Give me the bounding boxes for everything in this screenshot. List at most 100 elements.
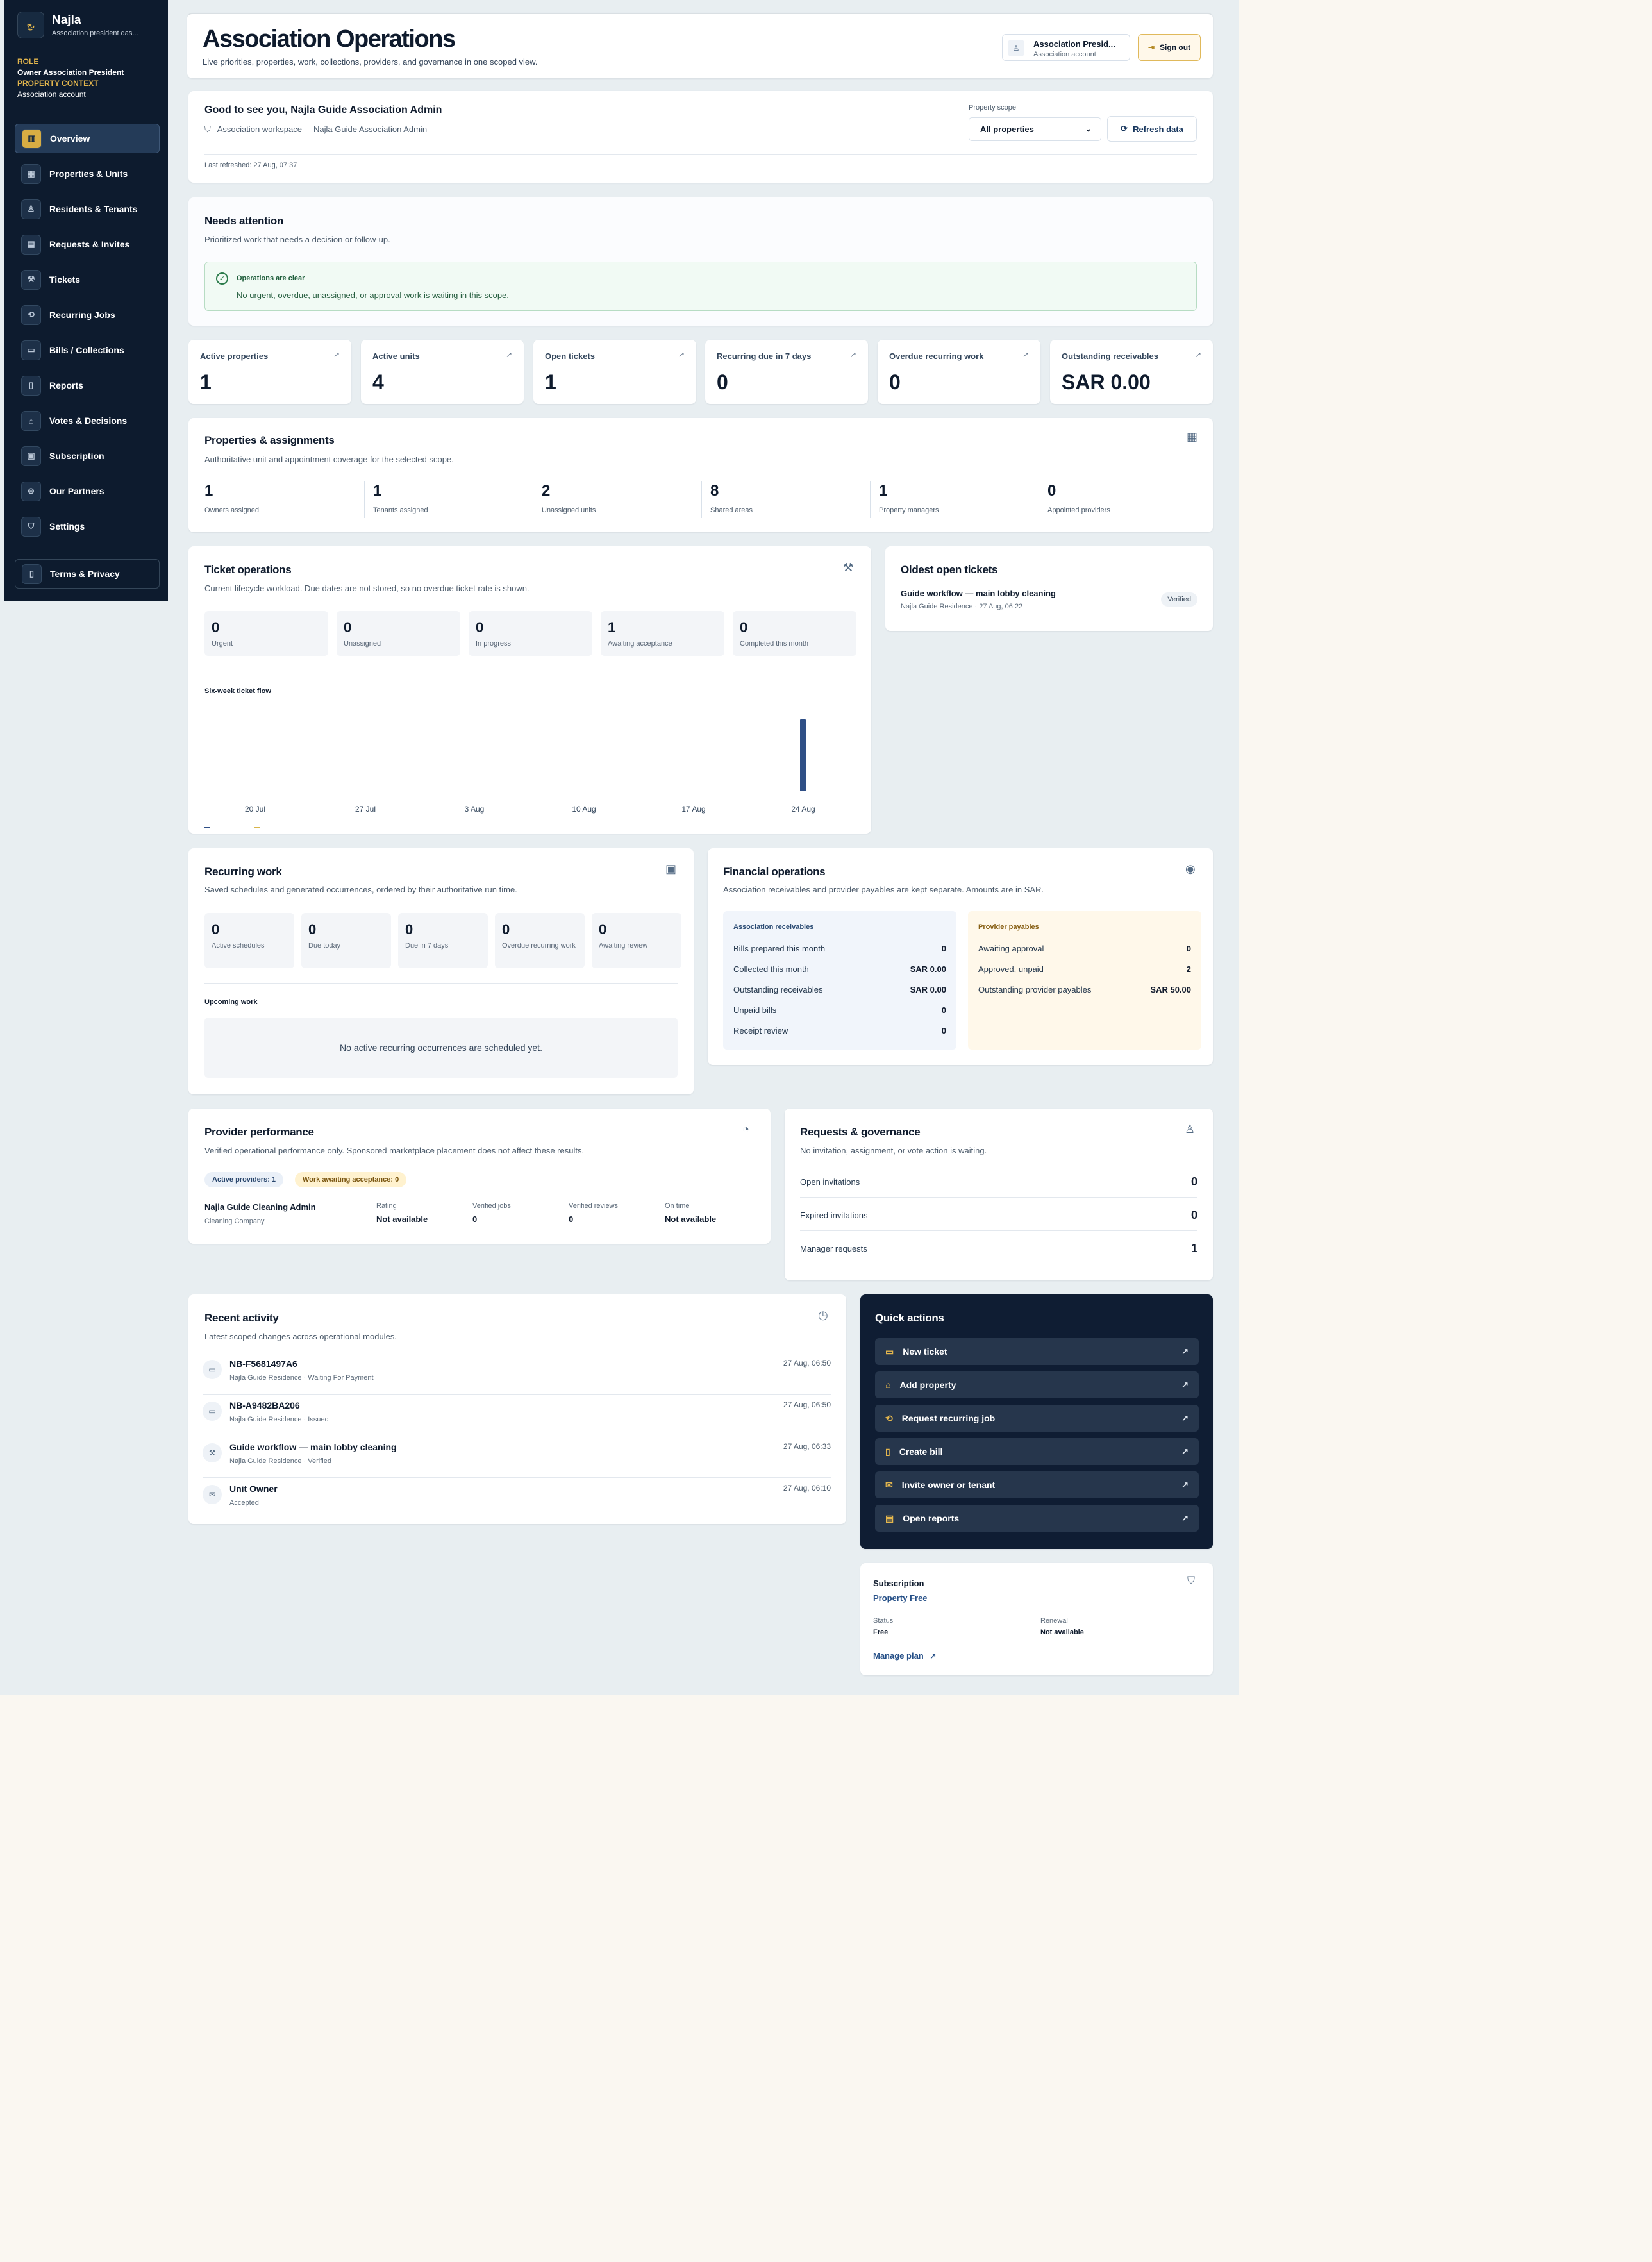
sidebar-item-residents-tenants[interactable]: ♙ Residents & Tenants xyxy=(15,194,160,224)
kpi-label: Recurring due in 7 days xyxy=(717,351,812,361)
governance-row[interactable]: Open invitations 0 xyxy=(800,1175,1197,1189)
quick-action-add-property[interactable]: ⌂ Add property ↗ xyxy=(875,1371,1199,1398)
finance-row[interactable]: Awaiting approval 0 xyxy=(978,944,1191,953)
sidebar-item-properties-units[interactable]: ▦ Properties & Units xyxy=(15,159,160,188)
kpi-label: Active units xyxy=(372,351,420,361)
manage-plan-link[interactable]: Manage plan ↗ xyxy=(873,1651,936,1661)
finance-row-label: Outstanding receivables xyxy=(733,985,823,994)
properties-card: Properties & assignments Authoritative u… xyxy=(188,418,1213,532)
verified-badge: Verified xyxy=(1161,592,1197,607)
ticket-icon: ▭ xyxy=(885,1346,894,1357)
recurring-stat[interactable]: 0 Overdue recurring work xyxy=(495,913,585,968)
finance-row[interactable]: Collected this month SAR 0.00 xyxy=(733,964,946,974)
sidebar-item-votes-decisions[interactable]: ⌂ Votes & Decisions xyxy=(15,406,160,435)
currency-icon: ◉ xyxy=(1185,862,1196,875)
recurring-stat[interactable]: 0 Due in 7 days xyxy=(398,913,488,968)
quick-action-label: Invite owner or tenant xyxy=(901,1480,996,1490)
ticket-stat[interactable]: 1 Awaiting acceptance xyxy=(601,611,724,656)
quick-action-label: Open reports xyxy=(903,1513,960,1523)
ticket-stat[interactable]: 0 Urgent xyxy=(204,611,328,656)
x-tick-label: 24 Aug xyxy=(791,805,815,814)
legend-label: Created xyxy=(214,827,239,828)
sidebar-item-label: Our Partners xyxy=(49,486,104,496)
kpi-value: 1 xyxy=(200,371,212,394)
quick-action-request-recurring-job[interactable]: ⟲ Request recurring job ↗ xyxy=(875,1405,1199,1432)
subscription-card: Subscription Property Free ⛉ Status Free… xyxy=(860,1563,1213,1675)
check-circle-icon: ✓ xyxy=(216,272,228,285)
property-stat-label: Owners assigned xyxy=(204,507,259,514)
properties-title: Properties & assignments xyxy=(204,434,335,446)
ticket-stat[interactable]: 0 Unassigned xyxy=(337,611,460,656)
finance-row[interactable]: Unpaid bills 0 xyxy=(733,1005,946,1015)
sidebar-item-requests-invites[interactable]: ▤ Requests & Invites xyxy=(15,230,160,259)
report-icon: ▤ xyxy=(885,1512,894,1523)
context-label: PROPERTY CONTEXT xyxy=(17,79,99,88)
activity-item[interactable]: ▭ NB-A9482BA206 Najla Guide Residence · Is… xyxy=(203,1400,831,1441)
quick-action-open-reports[interactable]: ▤ Open reports ↗ xyxy=(875,1505,1199,1532)
finance-row[interactable]: Bills prepared this month 0 xyxy=(733,944,946,953)
stat-divider xyxy=(364,481,365,518)
arrow-up-right-icon: ↗ xyxy=(1181,1413,1189,1423)
activity-item[interactable]: ▭ NB-F5681497A6 Najla Guide Residence · Wa… xyxy=(203,1359,831,1399)
provider-metric-value: 0 xyxy=(569,1214,574,1224)
recurring-work-card: Recurring work Saved schedules and gener… xyxy=(188,848,694,1094)
activity-item[interactable]: ⚒ Guide workflow — main lobby cleaning Naj… xyxy=(203,1442,831,1482)
sidebar-item-tickets[interactable]: ⚒ Tickets xyxy=(15,265,160,294)
governance-row-label: Manager requests xyxy=(800,1244,867,1253)
property-scope-select[interactable]: All properties ⌄ xyxy=(969,117,1101,141)
needs-attention-desc: Prioritized work that needs a decision o… xyxy=(204,235,390,244)
kpi-card[interactable]: Active properties ↗ 1 xyxy=(188,340,351,404)
kpi-value: SAR 0.00 xyxy=(1062,371,1151,394)
governance-row[interactable]: Manager requests 1 xyxy=(800,1242,1197,1255)
sidebar-item-settings[interactable]: ⛉ Settings xyxy=(15,512,160,541)
refresh-data-button[interactable]: ⟳ Refresh data xyxy=(1107,116,1197,142)
kpi-card[interactable]: Outstanding receivables ↗ SAR 0.00 xyxy=(1050,340,1213,404)
sidebar-item-overview[interactable]: ▥ Overview xyxy=(15,124,160,153)
welcome-card: Good to see you, Najla Guide Association… xyxy=(188,91,1213,183)
subscription-status-label: Status xyxy=(873,1617,894,1625)
financial-operations-card: Financial operations Association receiva… xyxy=(708,848,1213,1065)
oldest-ticket-item[interactable]: Guide workflow — main lobby cleaning Naj… xyxy=(901,589,1197,618)
wrench-icon: ⚒ xyxy=(843,561,854,574)
account-chip[interactable]: ♙ Association Presid... Association acco… xyxy=(1002,34,1130,61)
kpi-card[interactable]: Overdue recurring work ↗ 0 xyxy=(878,340,1040,404)
provider-metric-value: Not available xyxy=(376,1214,428,1224)
finance-row[interactable]: Approved, unpaid 2 xyxy=(978,964,1191,974)
property-stat-label: Appointed providers xyxy=(1047,507,1110,514)
ticket-stat[interactable]: 0 In progress xyxy=(469,611,592,656)
sidebar-item-recurring-jobs[interactable]: ⟲ Recurring Jobs xyxy=(15,300,160,330)
finance-row[interactable]: Outstanding receivables SAR 0.00 xyxy=(733,985,946,994)
quick-action-invite-owner-or-tenant[interactable]: ✉ Invite owner or tenant ↗ xyxy=(875,1471,1199,1498)
sidebar-item-subscription[interactable]: ▣ Subscription xyxy=(15,441,160,471)
kpi-card[interactable]: Open tickets ↗ 1 xyxy=(533,340,696,404)
recurring-stat[interactable]: 0 Due today xyxy=(301,913,391,968)
governance-row[interactable]: Expired invitations 0 xyxy=(800,1209,1197,1222)
needs-attention-card: Needs attention Prioritized work that ne… xyxy=(188,197,1213,326)
requests-governance-title: Requests & governance xyxy=(800,1126,921,1138)
provider-name[interactable]: Najla Guide Cleaning Admin xyxy=(204,1202,316,1212)
sign-out-button[interactable]: ⇥ Sign out xyxy=(1138,34,1201,61)
kpi-card[interactable]: Active units ↗ 4 xyxy=(361,340,524,404)
finance-row[interactable]: Outstanding provider payables SAR 50.00 xyxy=(978,985,1191,994)
provider-performance-card: Provider performance Verified operationa… xyxy=(188,1109,771,1244)
quick-action-create-bill[interactable]: ▯ Create bill ↗ xyxy=(875,1438,1199,1465)
sidebar-item-label: Requests & Invites xyxy=(49,239,130,249)
kpi-card[interactable]: Recurring due in 7 days ↗ 0 xyxy=(705,340,868,404)
chevron-down-icon: ⌄ xyxy=(1085,124,1092,133)
ticket-stat[interactable]: 0 Completed this month xyxy=(733,611,856,656)
recurring-stat[interactable]: 0 Awaiting review xyxy=(592,913,681,968)
sidebar-item-bills-collections[interactable]: ▭ Bills / Collections xyxy=(15,335,160,365)
terms-privacy-link[interactable]: ▯ Terms & Privacy xyxy=(15,559,160,589)
building-icon: ▦ xyxy=(1187,430,1198,443)
quick-action-new-ticket[interactable]: ▭ New ticket ↗ xyxy=(875,1338,1199,1365)
brand[interactable]: نج Najla Association president das... xyxy=(17,12,138,38)
activity-sub: Najla Guide Residence · Waiting For Paym… xyxy=(229,1374,374,1382)
finance-row[interactable]: Receipt review 0 xyxy=(733,1026,946,1035)
sidebar-item-reports[interactable]: ▯ Reports xyxy=(15,371,160,400)
activity-item[interactable]: ✉ Unit Owner Accepted 27 Aug, 06:10 xyxy=(203,1484,831,1524)
repeat-icon: ⟲ xyxy=(885,1412,893,1423)
sidebar-item-our-partners[interactable]: ⊜ Our Partners xyxy=(15,476,160,506)
provider-performance-title: Provider performance xyxy=(204,1126,314,1138)
x-tick-label: 17 Aug xyxy=(681,805,705,814)
recurring-stat[interactable]: 0 Active schedules xyxy=(204,913,294,968)
